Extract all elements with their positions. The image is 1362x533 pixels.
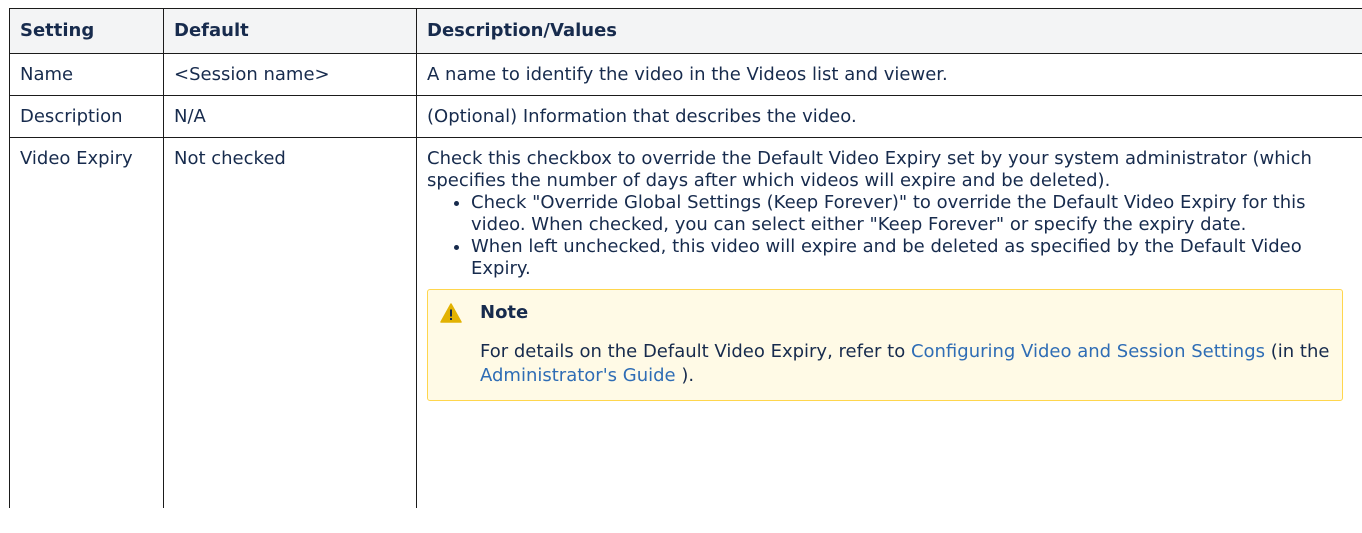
note-text: For details on the Default Video Expiry,…: [480, 341, 911, 362]
cell-description: A name to identify the video in the Vide…: [416, 53, 1362, 96]
table-row: Description N/A (Optional) Information t…: [9, 95, 1362, 138]
cell-default: N/A: [163, 95, 417, 138]
cell-description: Check this checkbox to override the Defa…: [416, 137, 1362, 508]
cell-setting: Name: [9, 53, 164, 96]
cell-default: Not checked: [163, 137, 417, 508]
list-item: When left unchecked, this video will exp…: [471, 236, 1355, 280]
cell-setting: Video Expiry: [9, 137, 164, 508]
note-header: Note: [440, 300, 1330, 326]
note-title: Note: [480, 302, 529, 323]
header-setting: Setting: [9, 8, 164, 54]
warning-icon: [440, 303, 462, 323]
table-row: Name <Session name> A name to identify t…: [9, 53, 1362, 96]
note-text: (in the: [1265, 341, 1330, 362]
cell-default: <Session name>: [163, 53, 417, 96]
administrators-guide-link[interactable]: Administrator's Guide: [480, 365, 676, 386]
list-item: Check "Override Global Settings (Keep Fo…: [471, 192, 1355, 236]
note-panel: Note For details on the Default Video Ex…: [427, 289, 1343, 401]
header-default: Default: [163, 8, 417, 54]
description-intro: Check this checkbox to override the Defa…: [427, 148, 1312, 191]
bullet-list: Check "Override Global Settings (Keep Fo…: [427, 192, 1355, 280]
cell-setting: Description: [9, 95, 164, 138]
configuring-video-link[interactable]: Configuring Video and Session Settings: [911, 341, 1265, 362]
note-text: ).: [675, 365, 695, 386]
header-description: Description/Values: [416, 8, 1362, 54]
table-header-row: Setting Default Description/Values: [9, 8, 1362, 54]
table-row: Video Expiry Not checked Check this chec…: [9, 137, 1362, 508]
cell-description: (Optional) Information that describes th…: [416, 95, 1362, 138]
note-body: For details on the Default Video Expiry,…: [480, 340, 1330, 388]
settings-table: Setting Default Description/Values Name …: [9, 8, 1362, 508]
